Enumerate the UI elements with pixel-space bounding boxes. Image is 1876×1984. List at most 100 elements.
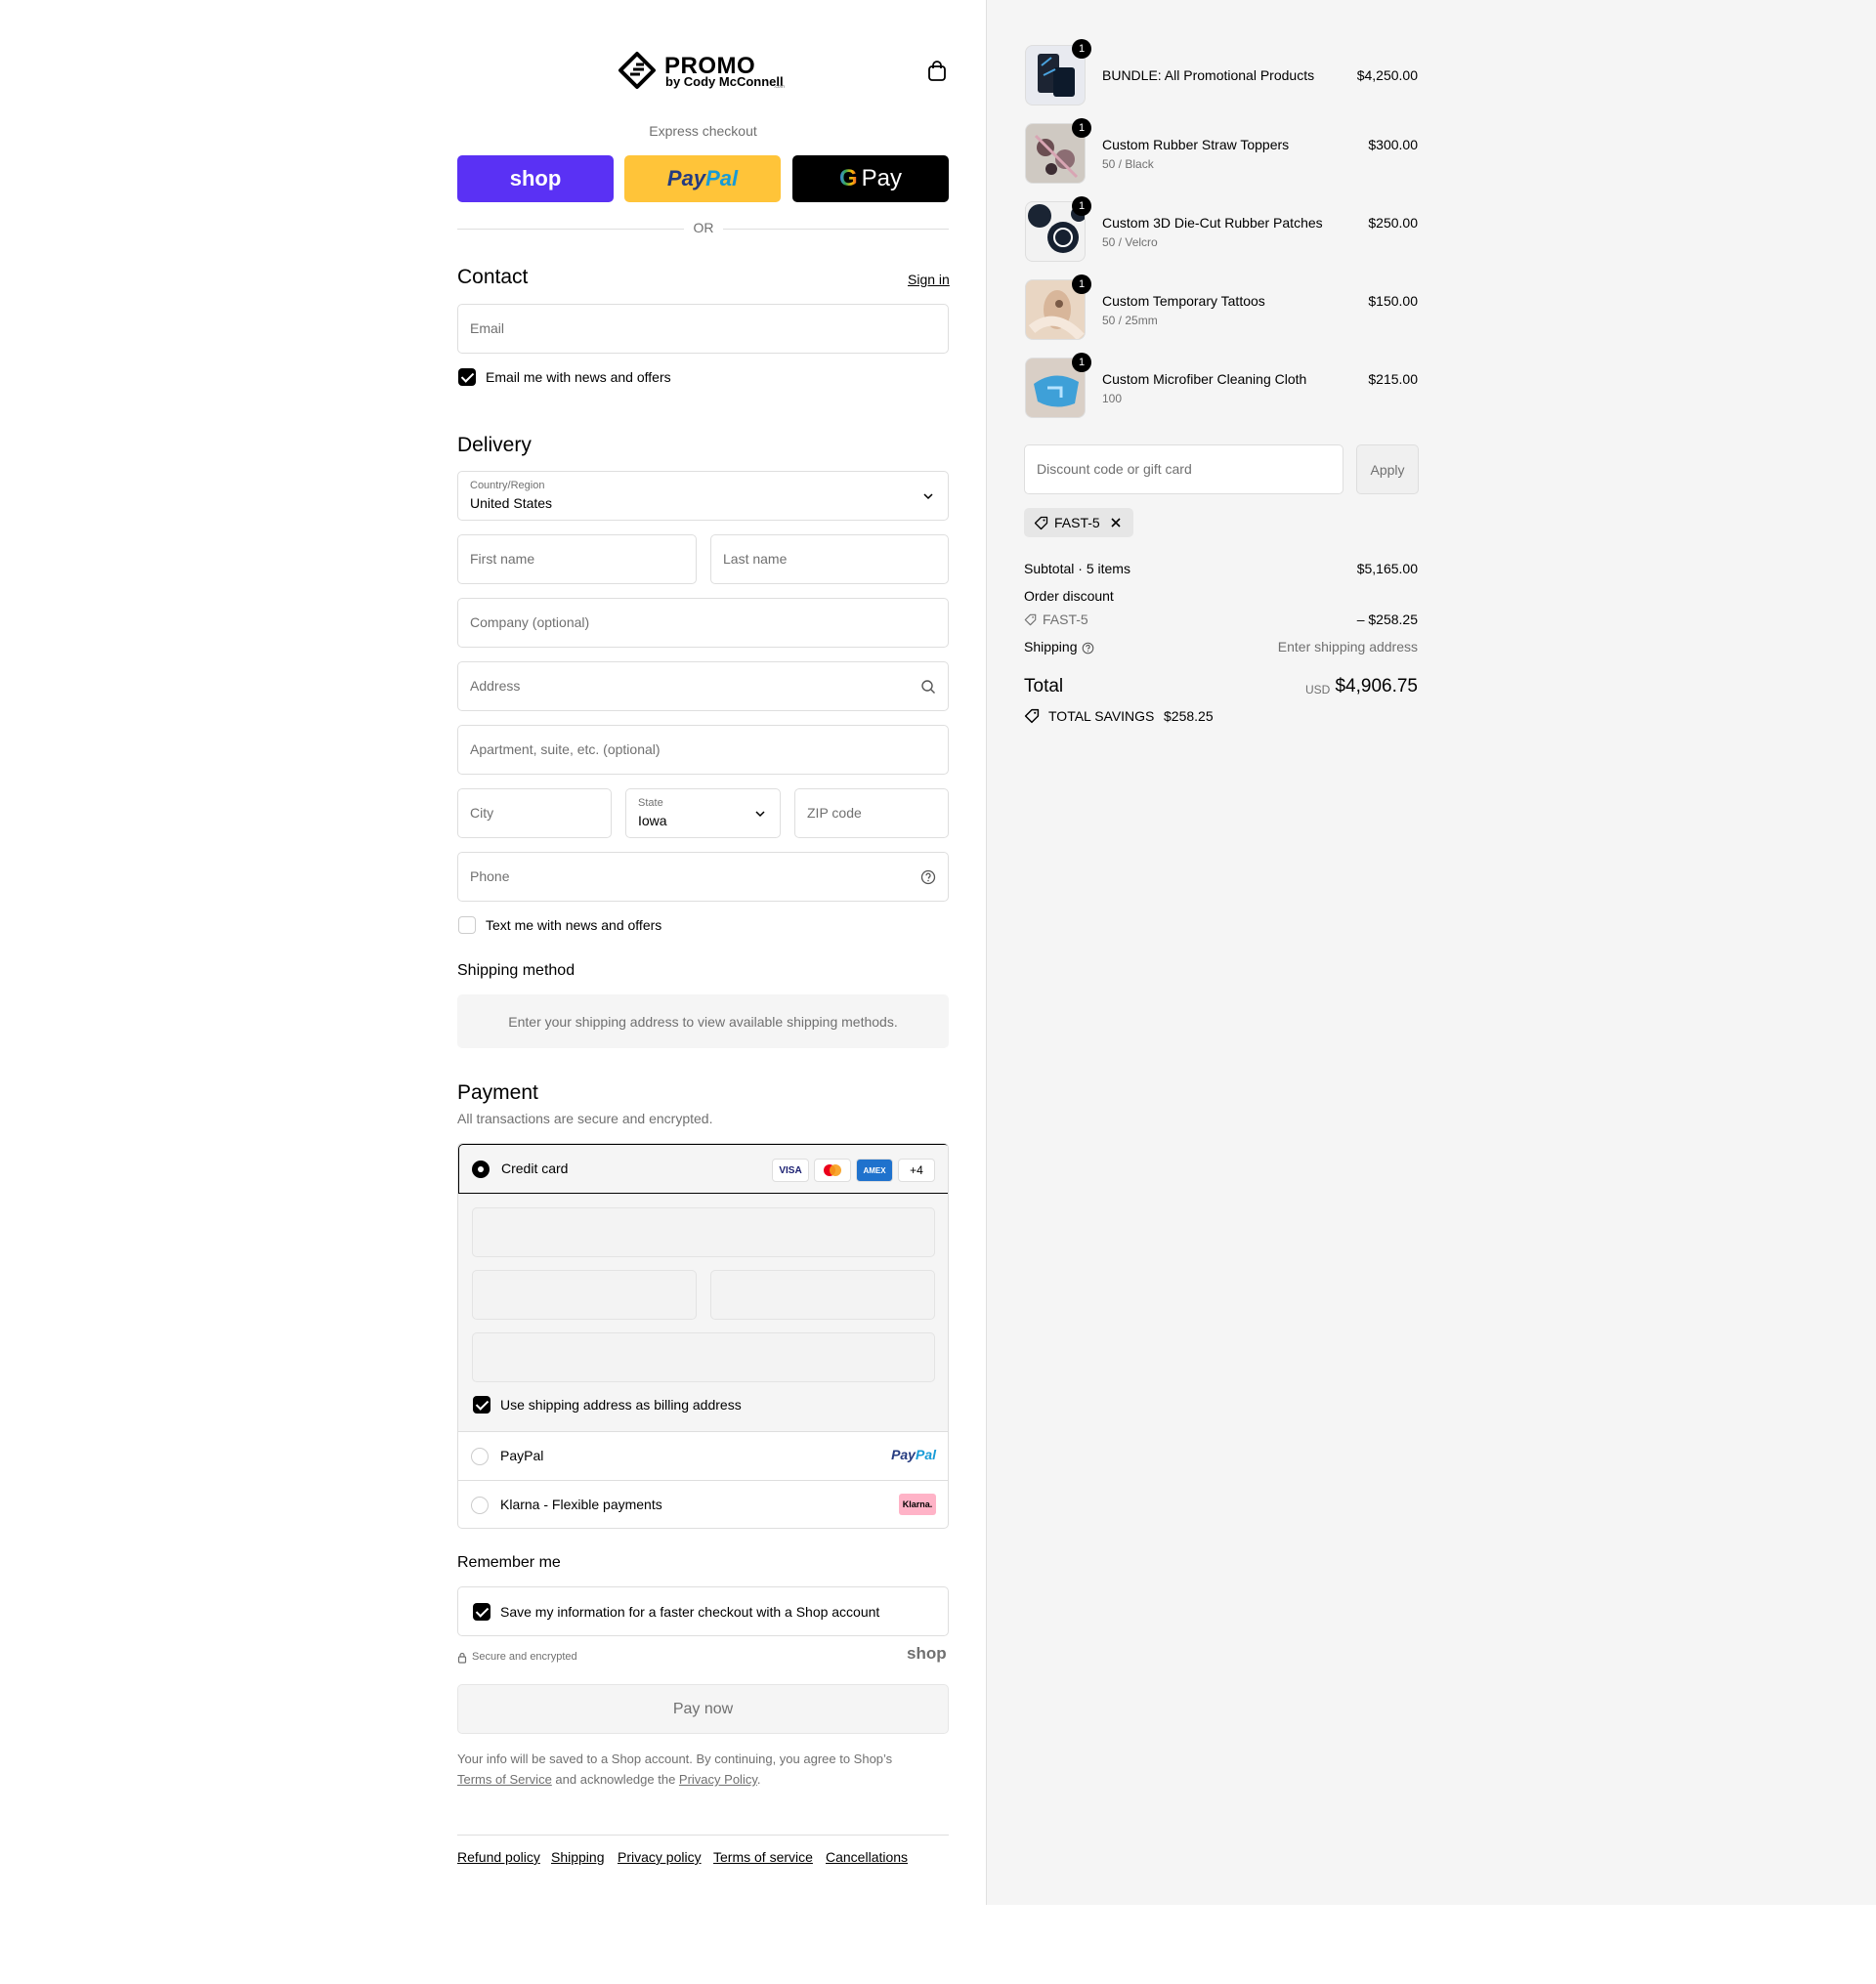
order-summary-column [986,0,1876,1905]
contact-heading: Contact [457,266,529,288]
legal-text-3: . [756,1772,761,1787]
state-select[interactable]: State Iowa [625,788,781,838]
legal-text: Your info will be saved to a Shop accoun… [457,1749,949,1790]
footer-shipping-link[interactable]: Shipping [551,1849,605,1865]
klarna-radio[interactable] [471,1497,489,1514]
discount-code-field[interactable]: Discount code or gift card [1024,444,1343,494]
pay-now-button[interactable]: Pay now [457,1684,949,1734]
legal-text-2: and acknowledge the [551,1772,679,1787]
brand-byline: by Cody McConnell [665,74,784,89]
billing-same-checkbox[interactable] [473,1396,490,1414]
country-value: United States [470,495,553,511]
paypal-button[interactable]: Pay Pal [624,155,781,202]
shop-terms-link[interactable]: Terms of Service [457,1772,552,1787]
payment-subtitle: All transactions are secure and encrypte… [457,1111,713,1126]
item-name: Custom Microfiber Cleaning Cloth [1102,371,1307,387]
card-number-field[interactable] [472,1207,935,1257]
state-label: State [638,797,663,809]
email-news-checkbox[interactable] [458,368,476,386]
country-select[interactable]: Country/Region United States [457,471,949,521]
order-discount-label: Order discount [1024,588,1114,604]
card-expiry-field[interactable] [472,1270,697,1320]
remember-me-box: Save my information for a faster checkou… [457,1586,949,1636]
shop-pay-button[interactable]: shop [457,155,614,202]
currency-code: USD [1305,683,1331,697]
text-news-checkbox[interactable] [458,916,476,934]
credit-card-option[interactable]: Credit card VISA AMEX +4 [458,1144,948,1194]
savings-tag-icon [1024,708,1040,724]
billing-same-label: Use shipping address as billing address [500,1397,742,1413]
item-name: Custom Temporary Tattoos [1102,293,1265,309]
sign-in-link[interactable]: Sign in [908,272,950,287]
discount-tag: FAST-5 [1024,508,1133,537]
footer-privacy-policy-link[interactable]: Privacy policy [618,1849,702,1865]
shipping-value: Enter shipping address [1277,639,1418,654]
card-name-field[interactable] [472,1332,935,1382]
footer-refund-policy-link[interactable]: Refund policy [457,1849,540,1865]
credit-card-form: Use shipping address as billing address [458,1194,948,1431]
secure-encrypted-text: Secure and encrypted [472,1651,577,1663]
footer-cancellations-link[interactable]: Cancellations [826,1849,908,1865]
legal-text-1: Your info will be saved to a Shop accoun… [457,1752,893,1766]
state-value: Iowa [638,813,667,828]
item-variant: 50 / Velcro [1102,235,1158,249]
item-price: $250.00 [1368,215,1418,231]
text-news-label: Text me with news and offers [486,917,662,933]
klarna-logo: Klarna. [899,1494,936,1515]
paypal-option[interactable]: PayPal PayPal [458,1432,948,1480]
chevron-down-icon [755,811,765,818]
email-news-label: Email me with news and offers [486,369,671,385]
paypal-logo-b: Pal [705,166,739,190]
klarna-option[interactable]: Klarna - Flexible payments Klarna. [458,1481,948,1528]
item-variant: 50 / Black [1102,157,1154,171]
paypal-radio[interactable] [471,1448,489,1465]
close-icon[interactable] [1110,517,1122,528]
card-cvv-field[interactable] [710,1270,935,1320]
brand-logo[interactable]: PROMO by Cody McConnell .com [618,49,793,92]
search-icon [921,680,935,694]
quantity-badge: 1 [1072,39,1091,59]
cart-bag-icon[interactable] [926,61,948,82]
save-info-checkbox[interactable] [473,1603,490,1621]
remember-me-heading: Remember me [457,1554,561,1571]
shop-logo: shop [907,1644,947,1663]
discount-code-applied: FAST-5 [1043,612,1088,627]
help-circle-icon[interactable] [920,869,936,885]
item-name: Custom Rubber Straw Toppers [1102,137,1290,152]
apply-discount-button[interactable]: Apply [1356,444,1419,494]
tag-icon [1024,613,1037,626]
lock-icon [457,1652,467,1664]
last-name-field[interactable]: Last name [710,534,949,584]
google-pay-button[interactable]: G Pay [792,155,949,202]
shipping-method-info: Enter your shipping address to view avai… [457,994,949,1048]
footer-terms-link[interactable]: Terms of service [713,1849,813,1865]
item-price: $150.00 [1368,293,1418,309]
express-checkout-label: Express checkout [649,123,757,139]
email-field[interactable]: Email [457,304,949,354]
zip-field[interactable]: ZIP code [794,788,949,838]
item-name: BUNDLE: All Promotional Products [1102,67,1315,83]
logo-mark-icon [618,52,656,89]
shop-privacy-link[interactable]: Privacy Policy [679,1772,757,1787]
shipping-label: Shipping [1024,639,1078,654]
or-text: OR [684,220,723,235]
quantity-badge: 1 [1072,196,1091,216]
checkout-form-column: PROMO by Cody McConnell .com Express che… [0,0,986,1905]
address-field[interactable]: Address [457,661,949,711]
paypal-logo: PayPal [891,1447,936,1462]
first-name-field[interactable]: First name [457,534,697,584]
city-field[interactable]: City [457,788,612,838]
mastercard-icon [814,1159,851,1182]
more-cards-badge: +4 [898,1159,935,1182]
paypal-logo-a: Pay [891,1447,916,1462]
delivery-heading: Delivery [457,434,532,456]
subtotal-label: Subtotal · 5 items [1024,561,1130,576]
phone-field[interactable]: Phone [457,852,949,902]
apartment-field[interactable]: Apartment, suite, etc. (optional) [457,725,949,775]
help-circle-icon[interactable] [1082,642,1094,654]
credit-card-radio[interactable] [472,1161,490,1178]
company-placeholder: Company (optional) [470,614,590,630]
phone-placeholder: Phone [470,868,510,884]
subtotal-value: $5,165.00 [1356,561,1418,576]
company-field[interactable]: Company (optional) [457,598,949,648]
